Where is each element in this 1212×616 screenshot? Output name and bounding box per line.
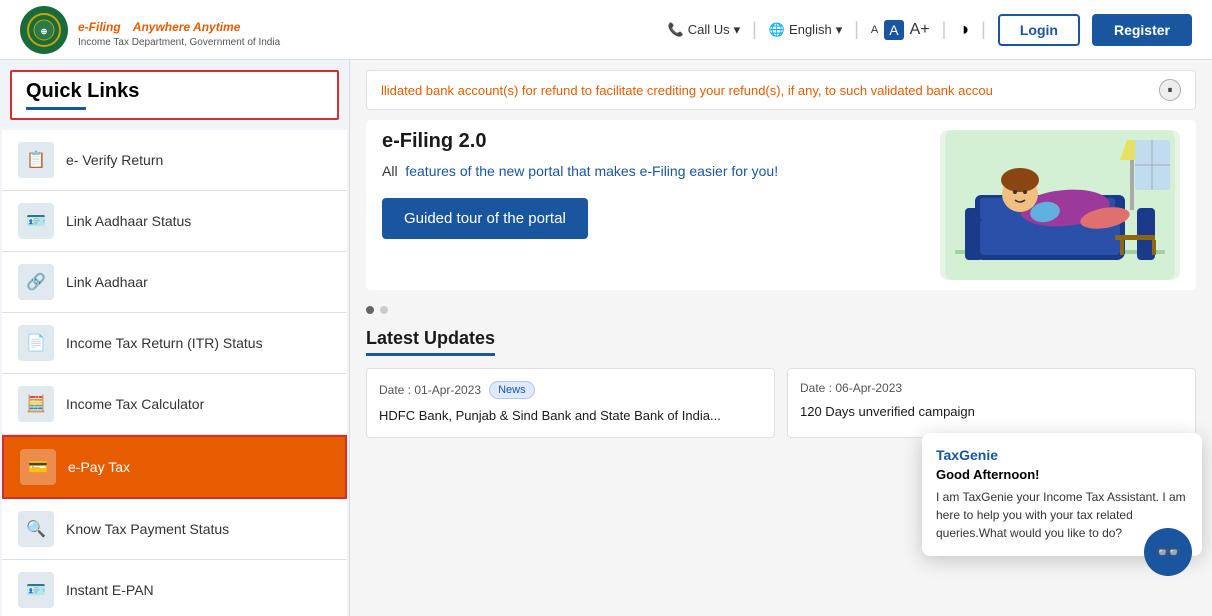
logo-sub-text: Income Tax Department, Government of Ind… [78,37,280,48]
header: ⊕ e-Filing Anywhere Anytime Income Tax D… [0,0,1212,60]
sidebar-item-income-tax-calculator[interactable]: 🧮 Income Tax Calculator [2,374,347,435]
sidebar-label-know-tax: Know Tax Payment Status [66,521,229,537]
language-chevron: ▾ [836,22,843,38]
divider-4: | [981,19,986,40]
sidebar-label-link-aadhaar-status: Link Aadhaar Status [66,213,191,229]
sidebar-label-e-verify: e- Verify Return [66,152,163,168]
sidebar: Quick Links 📋 e- Verify Return 🪪 Link Aa… [0,60,350,616]
latest-updates-title: Latest Updates [366,328,495,356]
logo-text: e-Filing Anywhere Anytime Income Tax Dep… [78,11,280,48]
efiling-desc-highlight: features of the new portal that makes e-… [405,163,778,179]
instant-epan-icon: 🪪 [18,572,54,608]
content-area: llidated bank account(s) for refund to f… [350,60,1212,616]
font-large-button[interactable]: A+ [910,21,930,39]
header-controls: 📞 Call Us ▾ | 🌐 English ▾ | A A A+ | ◑ |… [668,14,1192,46]
call-us-chevron: ▾ [734,22,741,38]
update-card-1: Date : 01-Apr-2023 News HDFC Bank, Punja… [366,368,775,438]
update-text-1: HDFC Bank, Punjab & Sind Bank and State … [379,407,762,425]
link-aadhaar-icon: 🔗 [18,264,54,300]
update-badge-1: News [489,381,535,399]
e-pay-tax-icon: 💳 [20,449,56,485]
contrast-button[interactable]: ◑ [958,19,969,40]
sidebar-item-e-pay-tax[interactable]: 💳 e-Pay Tax [2,435,347,499]
sidebar-item-link-aadhaar[interactable]: 🔗 Link Aadhaar [2,252,347,313]
logo-efiling: e-Filing [78,20,121,34]
update-date-2: Date : 06-Apr-2023 [800,381,902,395]
sidebar-label-e-pay-tax: e-Pay Tax [68,459,130,475]
itr-status-icon: 📄 [18,325,54,361]
taxgenie-avatar[interactable]: 👓 [1144,528,1192,576]
efiling-section: e-Filing 2.0 All features of the new por… [366,120,1196,290]
sidebar-item-itr-status[interactable]: 📄 Income Tax Return (ITR) Status [2,313,347,374]
update-card-2: Date : 06-Apr-2023 120 Days unverified c… [787,368,1196,438]
logo-main-text: e-Filing Anywhere Anytime [78,11,280,37]
taxgenie-title: TaxGenie [936,447,1188,463]
logo-emblem: ⊕ [20,6,68,54]
income-tax-calc-icon: 🧮 [18,386,54,422]
taxgenie-popup: TaxGenie Good Afternoon! I am TaxGenie y… [922,433,1202,556]
sidebar-label-instant-epan: Instant E-PAN [66,582,154,598]
marquee-pause-button[interactable]: ⏸ [1159,79,1181,101]
efiling-illustration [940,130,1180,280]
sidebar-item-link-aadhaar-status[interactable]: 🪪 Link Aadhaar Status [2,191,347,252]
language-label: English [789,22,832,37]
svg-text:⊕: ⊕ [41,27,48,36]
divider-1: | [752,19,757,40]
marquee-bar: llidated bank account(s) for refund to f… [366,70,1196,110]
update-card-2-header: Date : 06-Apr-2023 [800,381,1183,395]
guided-tour-button[interactable]: Guided tour of the portal [382,198,588,239]
login-button[interactable]: Login [998,14,1080,46]
update-card-1-header: Date : 01-Apr-2023 News [379,381,762,399]
dot-1[interactable] [366,306,374,314]
logo-tagline: Anywhere Anytime [133,20,241,34]
phone-icon: 📞 [668,22,684,38]
update-text-2: 120 Days unverified campaign [800,403,1183,421]
logo-section: ⊕ e-Filing Anywhere Anytime Income Tax D… [20,6,280,54]
efiling-title: e-Filing 2.0 [382,130,924,153]
sidebar-item-instant-epan[interactable]: 🪪 Instant E-PAN [2,560,347,616]
font-size-controls: A A A+ [871,20,930,40]
e-verify-icon: 📋 [18,142,54,178]
font-small-button[interactable]: A [871,24,878,36]
update-date-1: Date : 01-Apr-2023 [379,383,481,397]
pagination-dots [350,300,1212,320]
know-tax-icon: 🔍 [18,511,54,547]
call-us-button[interactable]: 📞 Call Us ▾ [668,22,741,38]
updates-grid: Date : 01-Apr-2023 News HDFC Bank, Punja… [366,368,1196,438]
sidebar-label-link-aadhaar: Link Aadhaar [66,274,148,290]
dot-2[interactable] [380,306,388,314]
latest-updates-section: Latest Updates Date : 01-Apr-2023 News H… [350,320,1212,446]
call-us-label: Call Us [688,22,730,37]
sidebar-item-know-tax-payment[interactable]: 🔍 Know Tax Payment Status [2,499,347,560]
link-aadhaar-status-icon: 🪪 [18,203,54,239]
divider-2: | [854,19,859,40]
divider-3: | [942,19,947,40]
marquee-text: llidated bank account(s) for refund to f… [381,83,1159,98]
sidebar-label-income-tax-calc: Income Tax Calculator [66,396,204,412]
efiling-desc: All features of the new portal that make… [382,161,924,182]
quick-links-title: Quick Links [10,70,339,120]
sidebar-item-e-verify-return[interactable]: 📋 e- Verify Return [2,130,347,191]
sidebar-label-itr-status: Income Tax Return (ITR) Status [66,335,263,351]
efiling-text-block: e-Filing 2.0 All features of the new por… [382,130,924,280]
language-button[interactable]: 🌐 English ▾ [769,22,842,38]
illustration-svg [945,130,1175,280]
register-button[interactable]: Register [1092,14,1192,46]
taxgenie-greeting: Good Afternoon! [936,467,1188,482]
globe-icon: 🌐 [769,22,785,38]
main-content: Quick Links 📋 e- Verify Return 🪪 Link Aa… [0,60,1212,616]
font-medium-button[interactable]: A [884,20,903,40]
